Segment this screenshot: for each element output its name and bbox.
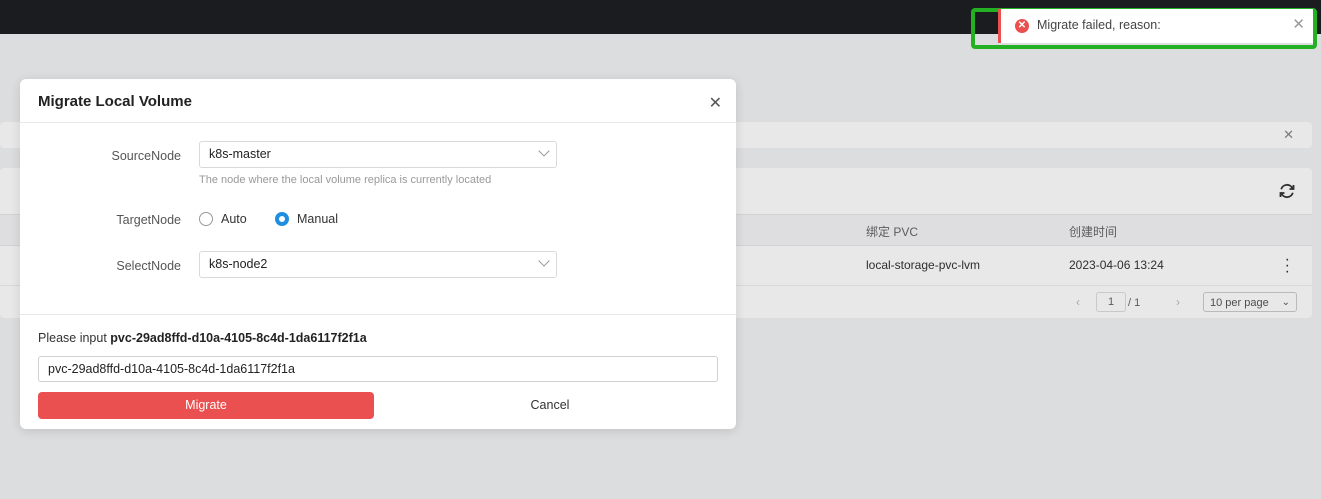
source-node-value: k8s-master [209,147,271,161]
confirm-input[interactable]: pvc-29ad8ffd-d10a-4105-8c4d-1da6117f2f1a [38,356,718,382]
source-node-select[interactable]: k8s-master [199,141,557,168]
error-toast: ✕ Migrate failed, reason: ✕ [998,9,1313,43]
close-icon[interactable]: ✕ [1292,15,1305,33]
radio-auto-label: Auto [221,212,247,226]
confirm-pvc-name: pvc-29ad8ffd-d10a-4105-8c4d-1da6117f2f1a [110,331,367,345]
dialog-header: Migrate Local Volume ✕ [20,79,736,123]
select-node-label: SelectNode [116,259,181,273]
target-node-label: TargetNode [116,213,181,227]
confirm-prompt: Please input pvc-29ad8ffd-d10a-4105-8c4d… [38,331,367,345]
radio-manual[interactable]: Manual [275,212,338,226]
chevron-down-icon [538,145,550,157]
cancel-button[interactable]: Cancel [382,392,718,419]
chevron-down-icon [538,255,550,267]
radio-checked-icon [275,212,289,226]
radio-manual-label: Manual [297,212,338,226]
select-node-value: k8s-node2 [209,257,268,271]
radio-unchecked-icon [199,212,213,226]
migrate-volume-dialog: Migrate Local Volume ✕ SourceNode k8s-ma… [20,79,736,429]
close-icon[interactable]: ✕ [709,93,722,113]
source-node-label: SourceNode [111,149,182,163]
source-node-helper: The node where the local volume replica … [199,174,492,186]
toast-message: Migrate failed, reason: [1037,18,1161,32]
error-icon: ✕ [1015,19,1029,33]
migrate-button[interactable]: Migrate [38,392,374,419]
radio-auto[interactable]: Auto [199,212,247,226]
dialog-footer: Please input pvc-29ad8ffd-d10a-4105-8c4d… [20,314,736,430]
dialog-title: Migrate Local Volume [38,93,192,110]
select-node-select[interactable]: k8s-node2 [199,251,557,278]
confirm-prompt-text: Please input [38,331,107,345]
